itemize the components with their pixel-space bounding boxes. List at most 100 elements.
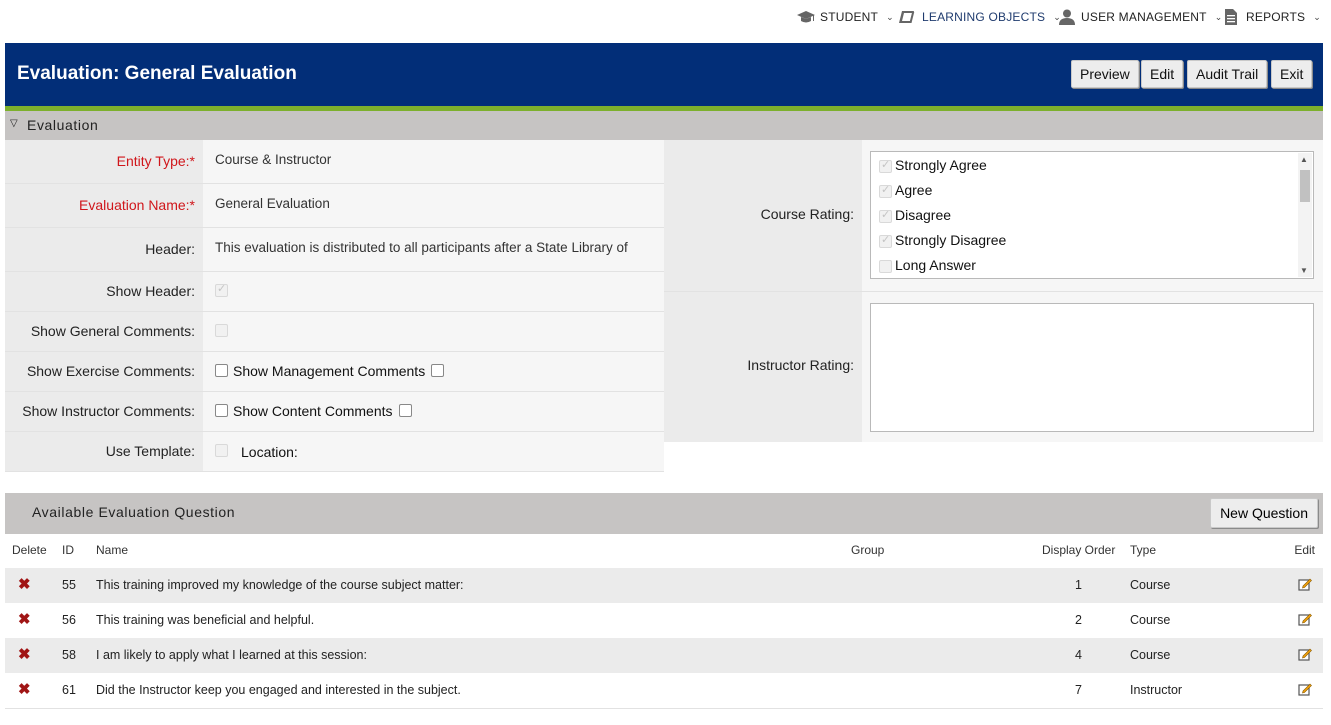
evaluation-name-label: Evaluation Name:* [79,197,195,213]
scroll-up-icon[interactable]: ▲ [1300,155,1308,164]
show-management-comments-checkbox[interactable] [431,364,444,377]
row-type: Course [1130,613,1171,627]
preview-button[interactable]: Preview [1071,60,1139,88]
nav-learning-objects[interactable]: LEARNING OBJECTS ⌄ [899,9,1061,25]
col-id: ID [62,543,74,557]
show-header-checkbox [215,282,228,297]
document-icon [1223,9,1241,25]
nav-reports-label: REPORTS [1246,10,1306,24]
chevron-down-icon: ⌄ [1214,11,1223,22]
row-id: 55 [62,578,76,592]
scroll-down-icon[interactable]: ▼ [1300,266,1308,275]
header-value: This evaluation is distributed to all pa… [215,240,628,255]
show-header-row: Show Header: [5,272,664,312]
show-exercise-comments-checkbox[interactable] [215,364,228,377]
entity-type-row: Entity Type:* Course & Instructor [5,140,664,184]
questions-title: Available Evaluation Question [32,504,236,520]
nav-reports[interactable]: REPORTS ⌄ [1223,9,1321,25]
new-question-button[interactable]: New Question [1210,498,1318,528]
row-name: This training improved my knowledge of t… [96,578,464,592]
col-edit: Edit [1294,543,1315,557]
row-display-order: 4 [1075,648,1082,662]
row-display-order: 2 [1075,613,1082,627]
table-row: ✖ 56 This training was beneficial and he… [5,603,1323,638]
nav-user-management-label: USER MANAGEMENT [1081,10,1207,24]
header-label: Header: [145,241,195,257]
show-general-comments-label: Show General Comments: [30,323,195,339]
row-name: Did the Instructor keep you engaged and … [96,683,461,697]
rating-option-label: Disagree [895,207,952,223]
show-header-label: Show Header: [106,283,195,299]
rating-option-label: Agree [895,182,933,198]
show-general-comments-checkbox [215,324,228,337]
col-display-order: Display Order [1042,543,1116,557]
row-name: This training was beneficial and helpful… [96,613,315,627]
scrollbar-thumb[interactable] [1300,170,1310,202]
row-type: Course [1130,578,1171,592]
rating-option-checkbox [879,233,892,248]
top-navigation: STUDENT ⌄ LEARNING OBJECTS ⌄ USER MANAGE… [0,0,1331,34]
rating-option[interactable]: Strongly Agree [871,152,1313,177]
rating-option[interactable]: Long Answer [871,252,1313,277]
rating-option-checkbox [879,158,892,173]
evaluation-name-value: General Evaluation [215,196,330,211]
exit-button[interactable]: Exit [1271,60,1313,88]
edit-button[interactable]: Edit [1141,60,1184,88]
delete-icon[interactable]: ✖ [18,680,31,698]
col-group: Group [851,543,885,557]
listbox-scrollbar[interactable]: ▲ ▼ [1298,153,1312,277]
rating-option-checkbox [879,208,892,223]
show-management-comments-label: Show Management Comments [233,363,426,379]
nav-user-management[interactable]: USER MANAGEMENT ⌄ [1058,9,1222,25]
nav-student[interactable]: STUDENT ⌄ [797,9,894,25]
delete-icon[interactable]: ✖ [18,575,31,593]
row-type: Course [1130,648,1171,662]
header-row: Header: This evaluation is distributed t… [5,228,664,272]
page-header: Evaluation: General Evaluation Preview E… [5,43,1323,106]
row-display-order: 1 [1075,578,1082,592]
rating-option-checkbox [879,183,892,198]
edit-icon[interactable] [1298,682,1312,696]
collapse-triangle-icon: ▽ [10,118,18,129]
show-instructor-comments-label: Show Instructor Comments: [22,403,195,419]
chevron-down-icon: ⌄ [1313,11,1321,22]
section-title: Evaluation [27,117,99,133]
instructor-rating-row: Instructor Rating: [664,292,1323,442]
show-content-comments-label: Show Content Comments [233,403,393,419]
course-rating-label: Course Rating: [760,206,854,222]
row-id: 58 [62,648,76,662]
row-id: 56 [62,613,76,627]
show-instructor-comments-checkbox[interactable] [215,404,228,417]
table-row: ✖ 61 Did the Instructor keep you engaged… [5,673,1323,709]
row-id: 61 [62,683,76,697]
delete-icon[interactable]: ✖ [18,610,31,628]
nav-student-label: STUDENT [820,10,879,24]
rating-option-label: Strongly Agree [895,157,987,173]
show-general-comments-row: Show General Comments: [5,312,664,352]
col-delete: Delete [12,543,47,557]
rating-option[interactable]: Strongly Disagree [871,227,1313,252]
use-template-checkbox [215,444,228,457]
course-rating-listbox[interactable]: Strongly Agree Agree Disagree Strongly D… [870,151,1314,279]
rating-option[interactable]: Agree [871,177,1313,202]
row-display-order: 7 [1075,683,1082,697]
edit-icon[interactable] [1298,612,1312,626]
rating-option[interactable]: Disagree [871,202,1313,227]
rating-option-label: Strongly Disagree [895,232,1007,248]
instructor-rating-label: Instructor Rating: [747,357,854,373]
edit-icon[interactable] [1298,647,1312,661]
questions-header-bar: Available Evaluation Question New Questi… [5,493,1323,534]
col-type: Type [1130,543,1157,557]
location-label: Location: [241,444,298,460]
use-template-row: Use Template: Location: [5,432,664,472]
entity-type-value: Course & Instructor [215,152,332,167]
row-type: Instructor [1130,683,1183,697]
page-title: Evaluation: General Evaluation [17,63,297,84]
questions-table-header: Delete ID Name Group Display Order Type … [5,534,1323,568]
show-content-comments-checkbox[interactable] [399,404,412,417]
audit-trail-button[interactable]: Audit Trail [1187,60,1268,88]
delete-icon[interactable]: ✖ [18,645,31,663]
edit-icon[interactable] [1298,577,1312,591]
instructor-rating-listbox[interactable] [870,303,1314,432]
evaluation-section-toggle[interactable]: ▽ Evaluation [5,111,1323,140]
